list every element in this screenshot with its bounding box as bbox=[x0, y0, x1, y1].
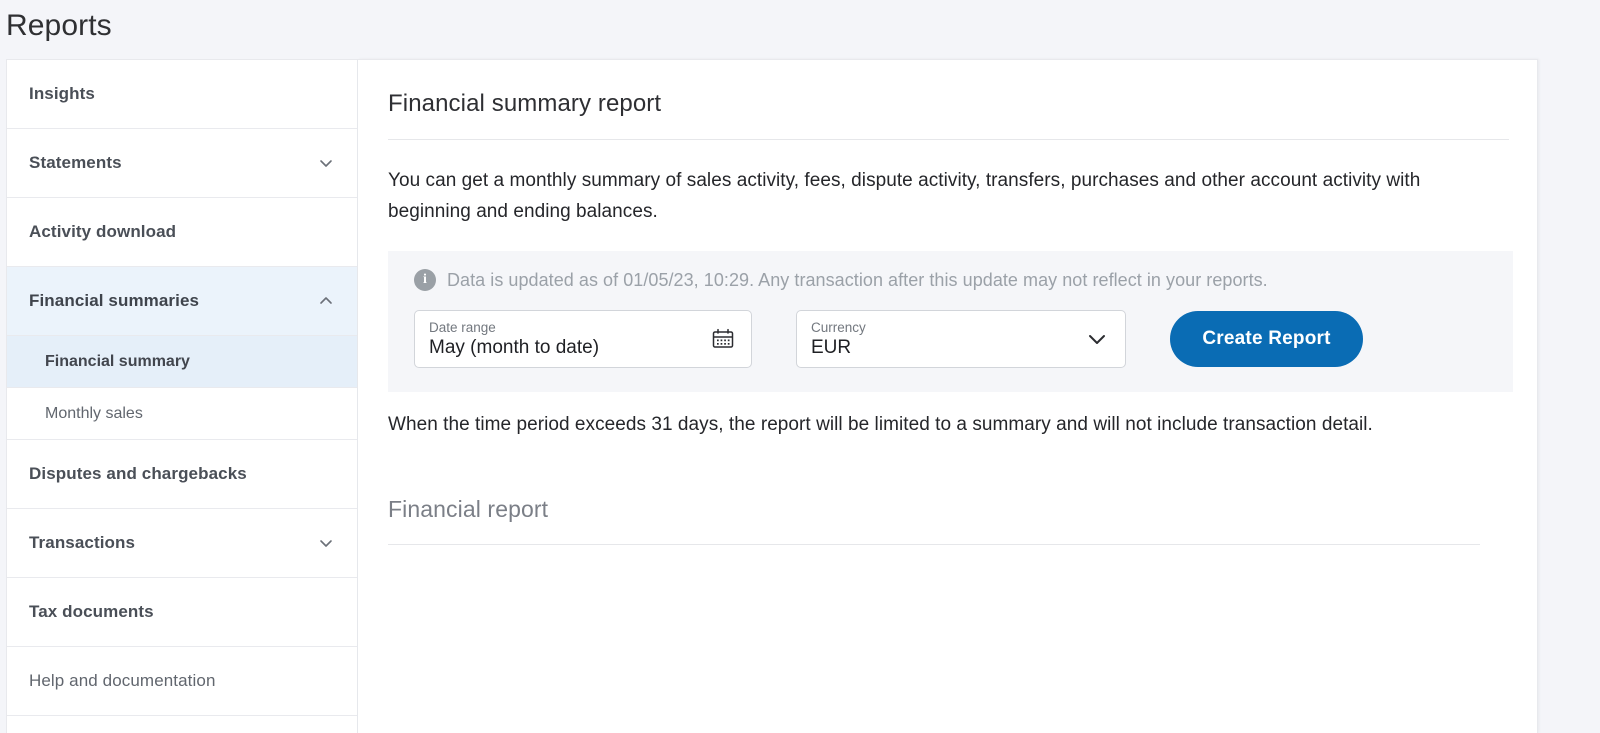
info-icon: i bbox=[414, 269, 436, 291]
main-panel: Financial summary report You can get a m… bbox=[358, 59, 1538, 733]
sidebar-item-label: Transactions bbox=[29, 533, 136, 552]
title-divider bbox=[388, 139, 1509, 140]
date-range-label: Date range bbox=[429, 319, 496, 335]
sidebar-subitem-label: Financial summary bbox=[45, 352, 190, 370]
sidebar: Insights Statements Activity download Fi… bbox=[6, 59, 358, 733]
currency-body: Currency EUR bbox=[811, 320, 1083, 359]
create-report-button[interactable]: Create Report bbox=[1170, 311, 1363, 367]
report-divider bbox=[388, 544, 1480, 545]
sidebar-item-insights[interactable]: Insights bbox=[7, 60, 357, 129]
sidebar-item-label: Activity download bbox=[29, 222, 177, 241]
section-title: Financial summary report bbox=[388, 90, 662, 117]
sidebar-item-activity-download[interactable]: Activity download bbox=[7, 198, 357, 267]
currency-value: EUR bbox=[811, 336, 852, 358]
page-title: Reports bbox=[6, 9, 112, 42]
reports-page: Reports Insights Statements Activity dow… bbox=[0, 0, 1600, 733]
sidebar-subitem-label: Monthly sales bbox=[45, 404, 143, 422]
sidebar-item-tax-documents[interactable]: Tax documents bbox=[7, 578, 357, 647]
sidebar-item-disputes-and-chargebacks[interactable]: Disputes and chargebacks bbox=[7, 440, 357, 509]
currency-label: Currency bbox=[811, 319, 866, 335]
sidebar-item-label: Financial summaries bbox=[29, 291, 200, 310]
sidebar-item-transactions[interactable]: Transactions bbox=[7, 509, 357, 578]
data-update-notice: i Data is updated as of 01/05/23, 10:29.… bbox=[388, 269, 1513, 291]
date-range-value: May (month to date) bbox=[429, 336, 600, 358]
chevron-up-icon bbox=[317, 292, 335, 310]
calendar-icon[interactable] bbox=[709, 325, 737, 353]
notice-text: Data is updated as of 01/05/23, 10:29. A… bbox=[447, 269, 1268, 290]
sidebar-item-label: Tax documents bbox=[29, 602, 154, 621]
currency-select[interactable]: Currency EUR bbox=[796, 310, 1126, 368]
sidebar-item-statements[interactable]: Statements bbox=[7, 129, 357, 198]
report-controls-panel: i Data is updated as of 01/05/23, 10:29.… bbox=[388, 251, 1513, 392]
controls-row: Date range May (month to date) Currency … bbox=[388, 310, 1513, 368]
chevron-down-icon bbox=[317, 534, 335, 552]
date-range-field[interactable]: Date range May (month to date) bbox=[414, 310, 752, 368]
date-range-body: Date range May (month to date) bbox=[429, 320, 709, 359]
sidebar-item-label: Insights bbox=[29, 84, 95, 103]
sidebar-item-help-and-documentation[interactable]: Help and documentation bbox=[7, 647, 357, 716]
footnote-text: When the time period exceeds 31 days, th… bbox=[388, 414, 1373, 435]
sidebar-item-label: Help and documentation bbox=[29, 671, 216, 690]
intro-text: You can get a monthly summary of sales a… bbox=[388, 170, 1421, 222]
chevron-down-icon[interactable] bbox=[1083, 325, 1111, 353]
sidebar-item-financial-summaries[interactable]: Financial summaries bbox=[7, 267, 357, 336]
sidebar-item-label: Statements bbox=[29, 153, 122, 172]
financial-report-title: Financial report bbox=[388, 496, 549, 522]
chevron-down-icon bbox=[317, 154, 335, 172]
sidebar-item-label: Disputes and chargebacks bbox=[29, 464, 247, 483]
sidebar-item-monthly-sales[interactable]: Monthly sales bbox=[7, 388, 357, 440]
sidebar-item-financial-summary[interactable]: Financial summary bbox=[7, 336, 357, 388]
